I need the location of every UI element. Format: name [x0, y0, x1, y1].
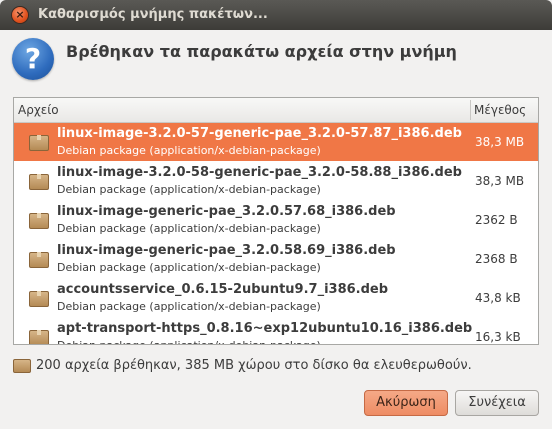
close-icon[interactable]: × — [12, 7, 28, 23]
continue-button[interactable]: Συνέχεια — [455, 390, 539, 416]
list-item[interactable]: accountsservice_0.6.15-2ubuntu9.7_i386.d… — [14, 279, 538, 318]
list-item[interactable]: apt-transport-https_0.8.16~exp12ubuntu10… — [14, 318, 538, 344]
window-title: Καθαρισμός μνήμης πακέτων... — [38, 7, 268, 22]
list-item[interactable]: linux-image-3.2.0-57-generic-pae_3.2.0-5… — [14, 123, 538, 162]
file-type: Debian package (application/x-debian-pac… — [57, 183, 321, 196]
column-separator[interactable] — [470, 100, 471, 120]
package-icon — [29, 291, 49, 307]
file-name: linux-image-generic-pae_3.2.0.58.69_i386… — [57, 243, 396, 258]
file-name: linux-image-generic-pae_3.2.0.57.68_i386… — [57, 204, 396, 219]
file-name: linux-image-3.2.0-57-generic-pae_3.2.0-5… — [57, 126, 462, 141]
cancel-button[interactable]: Ακύρωση — [364, 390, 448, 416]
column-header-size[interactable]: Μέγεθος — [474, 103, 526, 117]
list-header: Αρχείο Μέγεθος — [14, 98, 538, 123]
file-size: 16,3 kB — [475, 330, 521, 344]
list-item[interactable]: linux-image-generic-pae_3.2.0.58.69_i386… — [14, 240, 538, 279]
file-size: 2368 B — [475, 252, 518, 266]
file-size: 2362 B — [475, 213, 518, 227]
package-icon — [29, 213, 49, 229]
package-icon — [13, 359, 31, 373]
window-titlebar: × Καθαρισμός μνήμης πακέτων... — [0, 0, 552, 30]
package-icon — [29, 135, 49, 151]
file-size: 43,8 kB — [475, 291, 521, 305]
file-type: Debian package (application/x-debian-pac… — [57, 339, 321, 344]
file-type: Debian package (application/x-debian-pac… — [57, 144, 321, 157]
list-rows: linux-image-3.2.0-57-generic-pae_3.2.0-5… — [14, 123, 538, 344]
file-type: Debian package (application/x-debian-pac… — [57, 222, 321, 235]
file-type: Debian package (application/x-debian-pac… — [57, 300, 321, 313]
file-name: accountsservice_0.6.15-2ubuntu9.7_i386.d… — [57, 282, 389, 297]
summary-text: 200 αρχεία βρέθηκαν, 385 MB χώρου στο δί… — [36, 358, 472, 373]
package-icon — [29, 252, 49, 268]
package-icon — [29, 330, 49, 344]
file-size: 38,3 MB — [475, 174, 525, 188]
list-item[interactable]: linux-image-3.2.0-58-generic-pae_3.2.0-5… — [14, 162, 538, 201]
file-size: 38,3 MB — [475, 135, 525, 149]
column-header-file[interactable]: Αρχείο — [18, 103, 59, 117]
file-type: Debian package (application/x-debian-pac… — [57, 261, 321, 274]
file-list[interactable]: Αρχείο Μέγεθος linux-image-3.2.0-57-gene… — [13, 97, 539, 345]
package-icon — [29, 174, 49, 190]
question-icon: ? — [12, 38, 54, 80]
file-name: linux-image-3.2.0-58-generic-pae_3.2.0-5… — [57, 165, 462, 180]
file-name: apt-transport-https_0.8.16~exp12ubuntu10… — [57, 321, 473, 336]
list-item[interactable]: linux-image-generic-pae_3.2.0.57.68_i386… — [14, 201, 538, 240]
dialog-message: Βρέθηκαν τα παρακάτω αρχεία στην μνήμη — [66, 42, 457, 61]
